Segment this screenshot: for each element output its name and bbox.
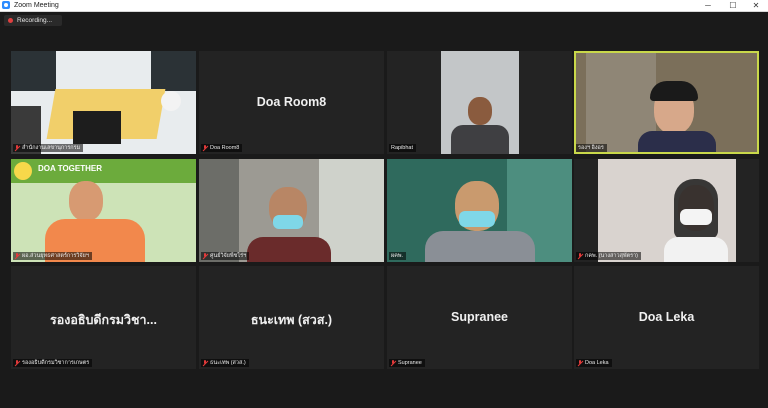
muted-mic-icon: [15, 145, 19, 151]
participant-name: ศูนย์วิจัยพืชไร่ฯ: [210, 253, 247, 259]
participant-tile[interactable]: ศูนย์วิจัยพืชไร่ฯ: [199, 159, 384, 262]
participant-name: รองฯ อิงอร: [578, 145, 604, 151]
participant-name-strip: ผคพ.: [389, 252, 407, 260]
video-feed: [598, 159, 736, 262]
participant-name-strip: สำนักงานเลขานุการกรม: [13, 144, 84, 152]
muted-mic-icon: [203, 253, 207, 259]
participant-name: ผอ.ส่วนยุทธศาสตร์การวิจัยฯ: [22, 253, 89, 259]
participant-name: Rapibhat: [391, 145, 414, 151]
doa-logo-icon: [14, 162, 32, 180]
muted-mic-icon: [578, 253, 582, 259]
participant-name: Supranee: [398, 360, 422, 366]
recording-badge[interactable]: Recording...: [4, 15, 62, 26]
minimize-button[interactable]: ─: [696, 0, 720, 11]
muted-mic-icon: [203, 145, 207, 151]
title-bar: Zoom Meeting ─ ☐ ✕: [0, 0, 768, 12]
participant-tile-active-speaker[interactable]: รองฯ อิงอร: [574, 51, 759, 154]
participant-tile[interactable]: รองอธิบดีกรมวิชา... รองอธิบดีกรมวิชาการเ…: [11, 266, 196, 369]
participant-name-strip: รองฯ อิงอร: [576, 144, 607, 152]
zoom-app-icon: [2, 1, 10, 9]
participant-tile[interactable]: Doa Room8 Doa Room8: [199, 51, 384, 154]
video-feed: [199, 159, 384, 262]
muted-mic-icon: [578, 360, 582, 366]
video-feed: [576, 53, 757, 152]
participant-name-strip: ผอ.ส่วนยุทธศาสตร์การวิจัยฯ: [13, 252, 92, 260]
video-feed: [387, 159, 572, 262]
participant-name: รองอธิบดีกรมวิชาการเกษตร: [22, 360, 90, 366]
participant-name: ผคพ.: [391, 253, 404, 259]
participant-name: Doa Room8: [210, 145, 240, 151]
recording-label: Recording...: [17, 17, 53, 24]
video-feed: [441, 51, 519, 154]
participant-display-name: ธนะเทพ (สวส.): [250, 313, 333, 327]
participant-name-strip: Doa Room8: [201, 144, 243, 152]
participant-tile[interactable]: Rapibhat: [387, 51, 572, 154]
participant-name-strip: ศูนย์วิจัยพืชไร่ฯ: [201, 252, 250, 260]
participant-tile[interactable]: ธนะเทพ (สวส.) ธนะเทพ (สวส.): [199, 266, 384, 369]
close-button[interactable]: ✕: [744, 0, 768, 11]
participant-tile[interactable]: DOA TOGETHER ผอ.ส่วนยุทธศาสตร์การวิจัยฯ: [11, 159, 196, 262]
video-feed: [11, 51, 196, 154]
participant-name: Doa Leka: [585, 360, 609, 366]
participant-name: สำนักงานเลขานุการกรม: [22, 145, 81, 151]
participant-display-name: Supranee: [451, 310, 508, 324]
participant-tile[interactable]: ผคพ.: [387, 159, 572, 262]
muted-mic-icon: [203, 360, 207, 366]
participant-name-strip: กคพ. (นางสาวสุพัตรา): [576, 252, 642, 260]
participant-name-strip: รองอธิบดีกรมวิชาการเกษตร: [13, 359, 93, 367]
participant-name-strip: Supranee: [389, 359, 425, 367]
participant-name-strip: Rapibhat: [389, 144, 417, 152]
recording-dot-icon: [8, 18, 13, 23]
maximize-button[interactable]: ☐: [721, 0, 745, 11]
participant-tile[interactable]: Doa Leka Doa Leka: [574, 266, 759, 369]
muted-mic-icon: [15, 360, 19, 366]
participant-tile[interactable]: กคพ. (นางสาวสุพัตรา): [574, 159, 759, 262]
participant-display-name: รองอธิบดีกรมวิชา...: [50, 313, 157, 327]
muted-mic-icon: [15, 253, 19, 259]
participant-display-name: Doa Leka: [638, 310, 695, 324]
participant-name-strip: Doa Leka: [576, 359, 612, 367]
video-feed: DOA TOGETHER: [11, 159, 196, 262]
participant-tile[interactable]: สำนักงานเลขานุการกรม: [11, 51, 196, 154]
participant-name: ธนะเทพ (สวส.): [210, 360, 246, 366]
window-title: Zoom Meeting: [14, 2, 59, 9]
logo-text: DOA TOGETHER: [38, 164, 103, 173]
participant-name: กคพ. (นางสาวสุพัตรา): [585, 253, 639, 259]
participant-display-name: Doa Room8: [256, 95, 327, 109]
participant-tile[interactable]: Supranee Supranee: [387, 266, 572, 369]
muted-mic-icon: [391, 360, 395, 366]
participant-name-strip: ธนะเทพ (สวส.): [201, 359, 249, 367]
